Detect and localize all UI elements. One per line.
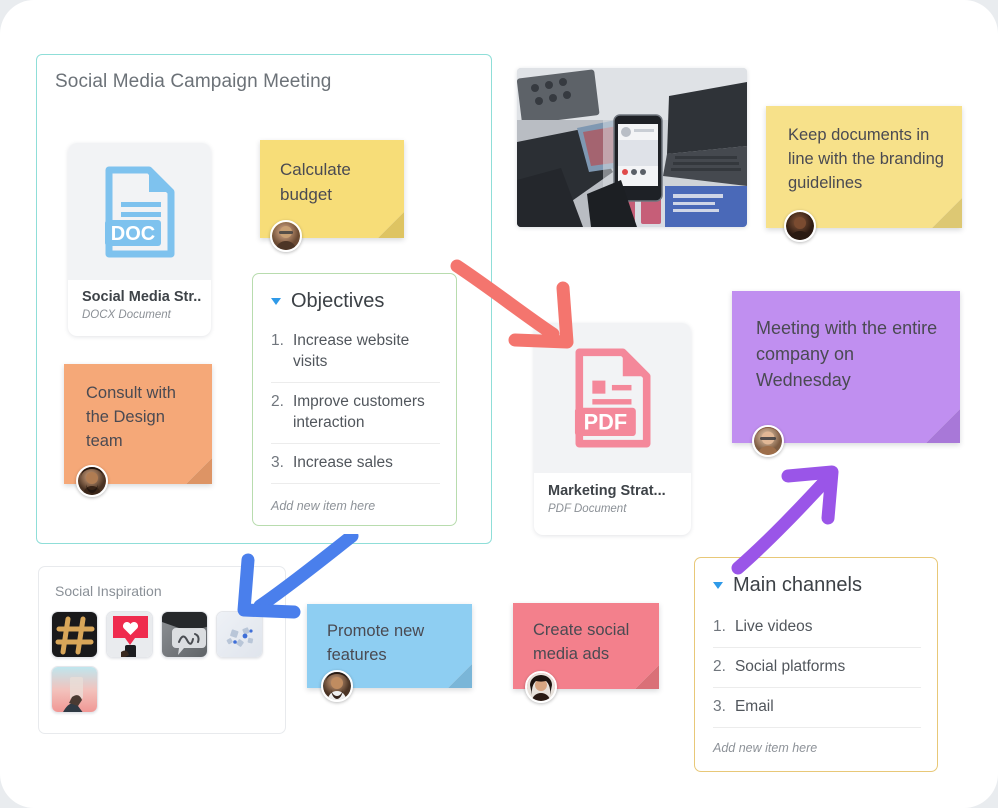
list-item[interactable]: 2. Improve customers interaction bbox=[271, 383, 440, 444]
objectives-items: 1. Increase website visits 2. Improve cu… bbox=[271, 322, 440, 484]
list-item[interactable]: 3. Increase sales bbox=[271, 444, 440, 484]
pdf-file-type: PDF Document bbox=[548, 503, 627, 515]
file-card-doc[interactable]: DOC Social Media Str... DOCX Document bbox=[68, 143, 211, 336]
chevron-down-icon[interactable] bbox=[713, 582, 723, 589]
phone-sunset-thumbnail[interactable] bbox=[51, 666, 98, 713]
sticky-text: Meeting with the entire company on Wedne… bbox=[756, 318, 938, 391]
pdf-file-name: Marketing Strat... bbox=[548, 483, 666, 499]
photo-social-media-phone[interactable] bbox=[517, 68, 747, 227]
folded-corner-shadow bbox=[448, 664, 472, 688]
network-thumbnail[interactable] bbox=[216, 611, 263, 658]
chevron-down-icon[interactable] bbox=[271, 298, 281, 305]
doc-file-type: DOCX Document bbox=[82, 309, 171, 321]
main-channels-items: 1. Live videos 2. Social platforms 3. Em… bbox=[713, 608, 921, 728]
avatar[interactable] bbox=[270, 220, 302, 252]
pdf-file-thumbnail: PDF bbox=[534, 323, 691, 473]
list-card-main-channels[interactable]: Main channels 1. Live videos 2. Social p… bbox=[694, 557, 938, 772]
main-channels-add-new-item[interactable]: Add new item here bbox=[713, 741, 817, 755]
sticky-body: Meeting with the entire company on Wedne… bbox=[732, 291, 960, 443]
list-item-number: 1. bbox=[713, 618, 726, 635]
pdf-file-icon: PDF bbox=[574, 348, 650, 448]
photo-image bbox=[517, 68, 747, 227]
doc-file-name: Social Media Str... bbox=[82, 289, 201, 305]
list-item[interactable]: 1. Live videos bbox=[713, 608, 921, 648]
folded-corner-shadow bbox=[932, 198, 962, 228]
folded-corner-shadow bbox=[378, 212, 404, 238]
sticky-text: Consult with the Design team bbox=[86, 384, 176, 450]
avatar[interactable] bbox=[76, 465, 108, 497]
list-item[interactable]: 1. Increase website visits bbox=[271, 322, 440, 383]
list-item[interactable]: 3. Email bbox=[713, 688, 921, 728]
avatar[interactable] bbox=[752, 425, 784, 457]
avatar[interactable] bbox=[525, 671, 557, 703]
sticky-text: Create social media ads bbox=[533, 621, 630, 663]
list-item-text: Increase website visits bbox=[292, 332, 410, 370]
objectives-title: Objectives bbox=[291, 290, 385, 312]
panel-social-inspiration[interactable]: Social Inspiration bbox=[38, 566, 286, 734]
sticky-note-promote-new-features[interactable]: Promote new features bbox=[307, 604, 472, 702]
whiteboard-canvas[interactable]: Social Media Campaign Meeting DOC Social… bbox=[0, 0, 998, 808]
sticky-note-keep-documents[interactable]: Keep documents in line with the branding… bbox=[766, 106, 962, 242]
sticky-text: Calculate budget bbox=[280, 160, 351, 204]
hashtag-thumbnail[interactable] bbox=[51, 611, 98, 658]
doc-file-thumbnail: DOC bbox=[68, 143, 211, 280]
list-item-text: Improve customers interaction bbox=[292, 392, 425, 431]
svg-text:DOC: DOC bbox=[110, 223, 154, 245]
pdf-file-meta: Marketing Strat... PDF Document bbox=[548, 483, 681, 515]
sticky-text: Promote new features bbox=[327, 622, 425, 664]
sticky-note-calculate-budget[interactable]: Calculate budget bbox=[260, 140, 404, 252]
doc-file-icon: DOC bbox=[104, 166, 174, 257]
avatar[interactable] bbox=[784, 210, 816, 242]
doc-file-meta: Social Media Str... DOCX Document bbox=[82, 289, 201, 321]
list-item-number: 3. bbox=[713, 697, 726, 715]
sticky-text: Keep documents in line with the branding… bbox=[788, 126, 944, 192]
folded-corner-shadow bbox=[186, 458, 212, 484]
list-item-text: Increase sales bbox=[292, 453, 393, 471]
list-item[interactable]: 2. Social platforms bbox=[713, 648, 921, 688]
list-item-text: Social platforms bbox=[734, 657, 846, 675]
list-item-number: 1. bbox=[271, 332, 284, 349]
folded-corner-shadow bbox=[926, 409, 960, 443]
hello-speech-thumbnail[interactable] bbox=[161, 611, 208, 658]
list-item-text: Live videos bbox=[734, 618, 813, 635]
folded-corner-shadow bbox=[635, 665, 659, 689]
sticky-note-create-social-media-ads[interactable]: Create social media ads bbox=[513, 603, 659, 703]
svg-text:PDF: PDF bbox=[583, 410, 626, 435]
main-channels-title: Main channels bbox=[733, 574, 862, 596]
list-item-text: Email bbox=[734, 697, 774, 715]
panel-title: Social Inspiration bbox=[55, 583, 162, 599]
sticky-note-consult-design-team[interactable]: Consult with the Design team bbox=[64, 364, 212, 497]
main-channels-header[interactable]: Main channels bbox=[713, 574, 862, 597]
list-item-number: 2. bbox=[271, 392, 284, 410]
list-card-objectives[interactable]: Objectives 1. Increase website visits 2.… bbox=[252, 273, 457, 526]
objectives-add-new-item[interactable]: Add new item here bbox=[271, 499, 375, 513]
objectives-header[interactable]: Objectives bbox=[271, 290, 384, 313]
sticky-note-meeting-wednesday[interactable]: Meeting with the entire company on Wedne… bbox=[732, 291, 960, 457]
list-item-number: 2. bbox=[713, 657, 726, 675]
heart-like-thumbnail[interactable] bbox=[106, 611, 153, 658]
list-item-number: 3. bbox=[271, 453, 284, 471]
file-card-pdf[interactable]: PDF Marketing Strat... PDF Document bbox=[534, 323, 691, 535]
avatar[interactable] bbox=[321, 670, 353, 702]
frame-title: Social Media Campaign Meeting bbox=[55, 71, 332, 92]
